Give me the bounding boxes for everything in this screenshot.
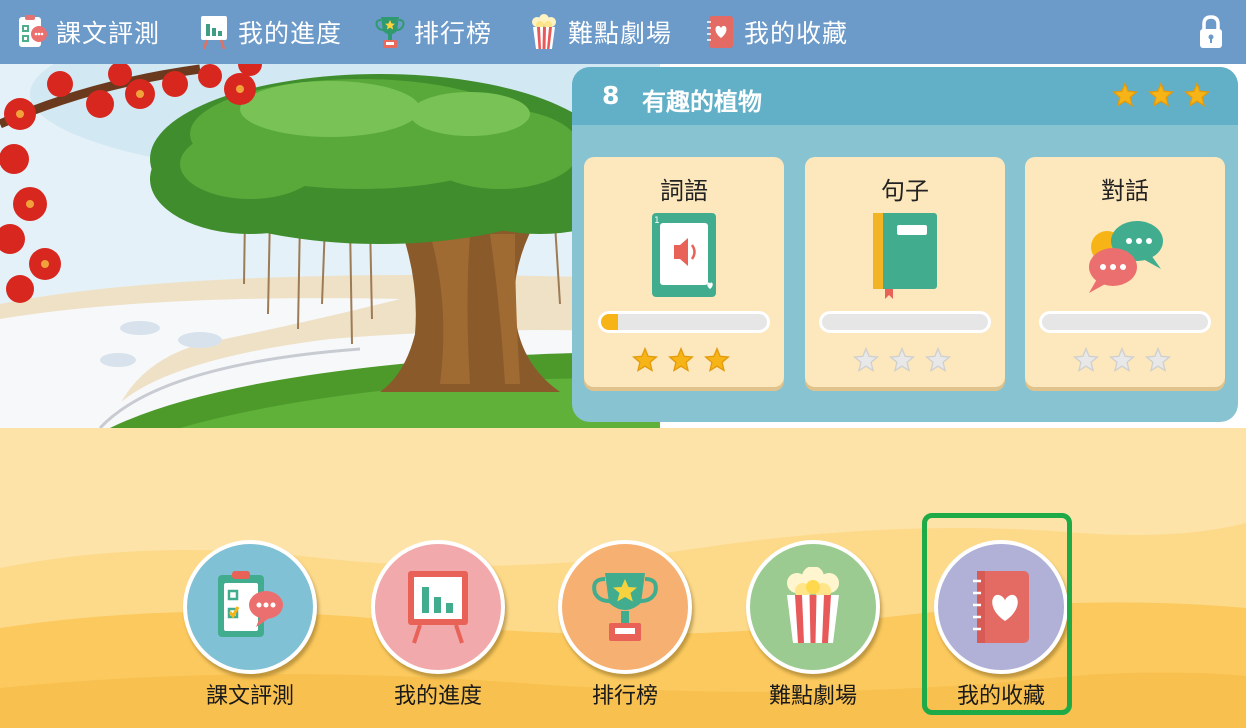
menu-label: 難點劇場 (768, 684, 857, 709)
menu-item-favorites[interactable]: 我的收藏 (934, 540, 1068, 710)
menu-circle (558, 540, 692, 674)
lesson-panel: 8 有趣的植物 詞語 1 句子 對話 (572, 67, 1238, 422)
nav-item-theater[interactable]: 難點劇場 (528, 0, 672, 64)
chat-bubbles-icon (1075, 211, 1175, 301)
menu-circle (183, 540, 317, 674)
card-star-rating (632, 346, 730, 373)
menu-label: 排行榜 (591, 684, 658, 709)
nav-label: 課文評測 (56, 19, 161, 48)
sound-card-icon: 1 (634, 211, 734, 301)
app-root: 課文評測 我的進度 排行榜 難點劇場 我的收藏 8 有趣的植物 詞語 1 句子 … (0, 0, 1246, 728)
star-empty-icon (925, 346, 951, 373)
menu-label: 課文評測 (205, 684, 294, 709)
star-filled-icon (704, 346, 730, 373)
nav-label: 我的進度 (238, 19, 343, 48)
card-star-rating (853, 346, 951, 373)
card-title: 詞語 (660, 177, 708, 205)
green-book-icon (855, 211, 955, 301)
menu-label: 我的進度 (393, 684, 482, 709)
bar-chart-board-icon (198, 12, 230, 52)
popcorn-icon (787, 567, 839, 643)
trophy-icon (374, 12, 406, 52)
lesson-title: 有趣的植物 (642, 88, 762, 116)
nav-label: 難點劇場 (568, 19, 673, 48)
svg-text:1: 1 (654, 216, 660, 226)
nav-item-favorites[interactable]: 我的收藏 (704, 0, 848, 64)
clipboard-chat-icon (16, 12, 48, 52)
popcorn-icon (528, 12, 560, 52)
nav-item-assessment[interactable]: 課文評測 (16, 0, 160, 64)
bar-chart-board-icon (408, 571, 468, 644)
menu-item-leaderboard[interactable]: 排行榜 (558, 540, 692, 710)
menu-label: 我的收藏 (956, 684, 1045, 709)
trophy-icon (592, 573, 658, 641)
menu-item-progress[interactable]: 我的進度 (371, 540, 505, 710)
card-dialogue[interactable]: 對話 (1025, 157, 1225, 387)
nav-item-progress[interactable]: 我的進度 (198, 0, 342, 64)
clipboard-chat-icon (218, 571, 283, 637)
nav-label: 我的收藏 (744, 19, 849, 48)
star-empty-icon (889, 346, 915, 373)
card-sentences[interactable]: 句子 (805, 157, 1005, 387)
menu-item-assessment[interactable]: 課文評測 (183, 540, 317, 710)
lesson-number: 8 (602, 81, 620, 110)
nav-label: 排行榜 (414, 19, 493, 48)
menu-circle (371, 540, 505, 674)
nav-item-leaderboard[interactable]: 排行榜 (374, 0, 492, 64)
card-star-rating (1073, 346, 1171, 373)
star-filled-icon (632, 346, 658, 373)
progress-bar (819, 311, 991, 333)
star-empty-icon (1109, 346, 1135, 373)
lock-icon[interactable] (1196, 14, 1226, 50)
star-filled-icon (668, 346, 694, 373)
star-empty-icon (1073, 346, 1099, 373)
card-title: 句子 (881, 177, 929, 205)
heart-notebook-icon (973, 571, 1029, 643)
lesson-star-rating (1112, 81, 1210, 108)
menu-item-theater[interactable]: 難點劇場 (746, 540, 880, 710)
banyan-tree-illustration (0, 64, 660, 428)
card-title: 對話 (1101, 177, 1149, 205)
heart-notebook-icon (704, 12, 736, 52)
star-filled-icon (1184, 81, 1210, 108)
star-empty-icon (853, 346, 879, 373)
menu-circle (934, 540, 1068, 674)
lesson-header: 8 有趣的植物 (572, 67, 1238, 125)
progress-bar (598, 311, 770, 333)
progress-bar (1039, 311, 1211, 333)
star-filled-icon (1148, 81, 1174, 108)
card-vocabulary[interactable]: 詞語 1 (584, 157, 784, 387)
lesson-illustration (0, 64, 660, 428)
menu-circle (746, 540, 880, 674)
star-empty-icon (1145, 346, 1171, 373)
star-filled-icon (1112, 81, 1138, 108)
top-navigation-bar: 課文評測 我的進度 排行榜 難點劇場 我的收藏 (0, 0, 1246, 64)
progress-fill (601, 314, 618, 330)
